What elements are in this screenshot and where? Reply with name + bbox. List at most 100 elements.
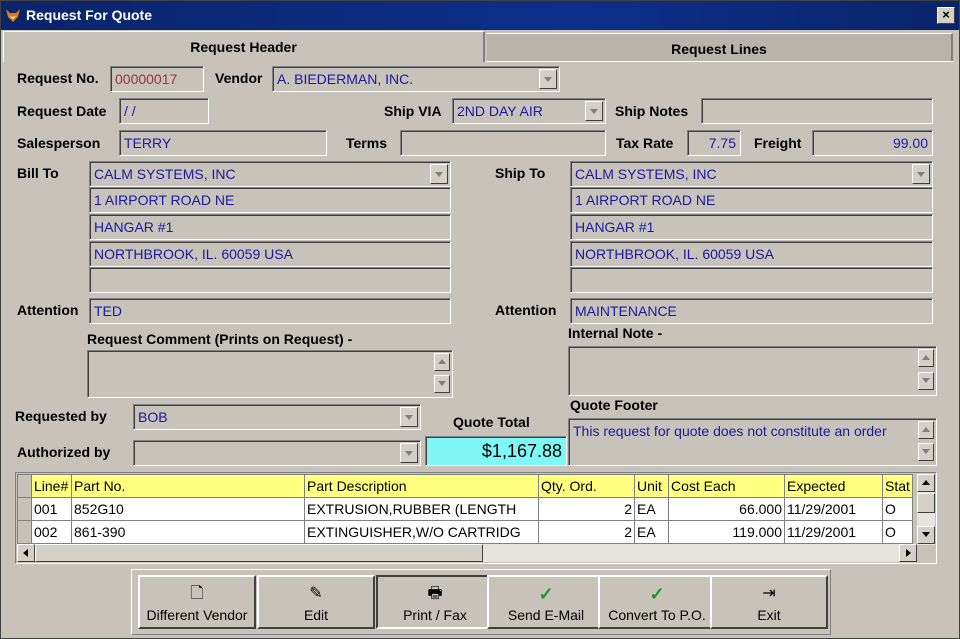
ship-to-address-4[interactable] xyxy=(570,267,933,293)
ship-to-dropdown-button[interactable] xyxy=(912,164,930,184)
edit-pencil-icon: ✎ xyxy=(309,585,323,602)
ship-notes-label: Ship Notes xyxy=(615,103,689,119)
col-qty-ord[interactable]: Qty. Ord. xyxy=(538,474,635,498)
quote-total-value: $1,167.88 xyxy=(425,436,567,466)
grid-horizontal-thumb[interactable] xyxy=(35,544,483,562)
grid-scroll-down-button[interactable] xyxy=(917,526,935,544)
cell-unit[interactable]: EA xyxy=(634,520,669,544)
cell-line[interactable]: 001 xyxy=(31,497,72,521)
bill-to-address-3[interactable]: NORTHBROOK, IL. 60059 USA xyxy=(89,241,451,267)
cell-cost-each[interactable]: 119.000 xyxy=(668,520,785,544)
salesperson-field[interactable]: TERRY xyxy=(119,130,327,156)
send-email-button[interactable]: ✓ Send E-Mail xyxy=(487,575,605,629)
cell-part-no[interactable]: 852G10 xyxy=(71,497,305,521)
col-part-description[interactable]: Part Description xyxy=(304,474,539,498)
freight-field[interactable]: 99.00 xyxy=(812,130,933,156)
ship-to-name: CALM SYSTEMS, INC xyxy=(575,166,717,182)
request-date-field[interactable]: / / xyxy=(119,98,209,124)
col-stat[interactable]: Stat xyxy=(882,474,913,498)
col-expected[interactable]: Expected xyxy=(784,474,883,498)
grid-scroll-right-button[interactable] xyxy=(899,544,917,562)
ship-to-name-combo[interactable]: CALM SYSTEMS, INC xyxy=(570,161,933,187)
grid-horizontal-scrollbar[interactable] xyxy=(17,544,917,562)
bill-to-address-4[interactable] xyxy=(89,267,451,293)
internal-note-scroll-down[interactable] xyxy=(918,372,934,390)
requested-by-combo[interactable]: BOB xyxy=(133,404,421,430)
col-line[interactable]: Line# xyxy=(31,474,72,498)
bill-to-address-1[interactable]: 1 AIRPORT ROAD NE xyxy=(89,187,451,213)
cell-expected[interactable]: 11/29/2001 xyxy=(784,520,883,544)
grid-scroll-up-button[interactable] xyxy=(917,474,935,492)
tax-rate-label: Tax Rate xyxy=(616,135,674,151)
exit-button[interactable]: ⇥ Exit xyxy=(710,575,828,629)
tab-request-lines[interactable]: Request Lines xyxy=(487,33,953,62)
request-no-label: Request No. xyxy=(17,70,99,86)
internal-note-scroll-up[interactable] xyxy=(918,349,934,367)
terms-field[interactable] xyxy=(400,130,606,156)
requested-by-dropdown-button[interactable] xyxy=(400,407,418,427)
edit-button[interactable]: ✎ Edit xyxy=(257,575,375,629)
col-unit[interactable]: Unit xyxy=(634,474,669,498)
ship-to-address-1[interactable]: 1 AIRPORT ROAD NE xyxy=(570,187,933,213)
request-comment-scroll-down[interactable] xyxy=(434,375,450,393)
col-cost-each[interactable]: Cost Each xyxy=(668,474,785,498)
bill-to-dropdown-button[interactable] xyxy=(430,164,448,184)
bill-to-label: Bill To xyxy=(17,165,59,181)
cell-qty-ord[interactable]: 2 xyxy=(538,520,635,544)
request-comment-scroll-up[interactable] xyxy=(434,353,450,371)
vendor-dropdown-button[interactable] xyxy=(539,69,557,89)
quote-footer-field[interactable]: This request for quote does not constitu… xyxy=(568,418,937,466)
ship-to-address-2[interactable]: HANGAR #1 xyxy=(570,214,933,240)
different-vendor-button[interactable]: 🗋 Different Vendor xyxy=(138,575,256,629)
col-part-no[interactable]: Part No. xyxy=(71,474,305,498)
request-no-field[interactable]: 00000017 xyxy=(110,66,204,92)
bill-attention-field[interactable]: TED xyxy=(89,298,451,324)
row-indicator[interactable] xyxy=(17,520,32,544)
tab-divider xyxy=(485,61,953,62)
request-lines-grid[interactable]: Line# Part No. Part Description Qty. Ord… xyxy=(15,472,937,564)
close-button[interactable]: × xyxy=(937,7,955,24)
arrow-up-icon xyxy=(922,480,930,485)
convert-to-po-button[interactable]: ✓ Convert To P.O. xyxy=(598,575,716,629)
cell-stat[interactable]: O xyxy=(882,497,913,521)
internal-note-field[interactable] xyxy=(568,346,937,396)
print-fax-button[interactable]: 🖶 Print / Fax xyxy=(376,575,494,629)
quote-footer-scroll-up[interactable] xyxy=(918,421,934,439)
title-bar: Request For Quote × xyxy=(1,1,959,30)
grid-scroll-left-button[interactable] xyxy=(17,544,35,562)
cell-cost-each[interactable]: 66.000 xyxy=(668,497,785,521)
quote-footer-label: Quote Footer xyxy=(570,397,658,413)
cell-part-description[interactable]: EXTRUSION,RUBBER (LENGTH xyxy=(304,497,539,521)
tab-request-header[interactable]: Request Header xyxy=(3,31,485,62)
cell-expected[interactable]: 11/29/2001 xyxy=(784,497,883,521)
cell-part-no[interactable]: 861-390 xyxy=(71,520,305,544)
action-toolbar: 🗋 Different Vendor ✎ Edit 🖶 Print / Fax … xyxy=(131,569,831,635)
table-row[interactable]: 001 852G10 EXTRUSION,RUBBER (LENGTH 2 EA… xyxy=(17,497,913,521)
tax-rate-field[interactable]: 7.75 xyxy=(687,130,741,156)
send-email-label: Send E-Mail xyxy=(507,607,585,623)
ship-to-address-3[interactable]: NORTHBROOK, IL. 60059 USA xyxy=(570,241,933,267)
table-row[interactable]: 002 861-390 EXTINGUISHER,W/O CARTRIDG 2 … xyxy=(17,520,913,544)
authorized-by-combo[interactable] xyxy=(133,440,421,466)
request-comment-field[interactable] xyxy=(87,350,453,398)
ship-notes-field[interactable] xyxy=(701,98,933,124)
grid-vertical-thumb[interactable] xyxy=(917,493,935,513)
bill-to-address-2[interactable]: HANGAR #1 xyxy=(89,214,451,240)
cell-stat[interactable]: O xyxy=(882,520,913,544)
row-indicator[interactable] xyxy=(17,497,32,521)
cell-unit[interactable]: EA xyxy=(634,497,669,521)
quote-footer-scroll-down[interactable] xyxy=(918,443,934,461)
vendor-combo[interactable]: A. BIEDERMAN, INC. xyxy=(272,66,560,92)
authorized-by-dropdown-button[interactable] xyxy=(400,443,418,463)
ship-via-combo[interactable]: 2ND DAY AIR xyxy=(452,98,606,124)
cell-line[interactable]: 002 xyxy=(31,520,72,544)
cell-part-description[interactable]: EXTINGUISHER,W/O CARTRIDG xyxy=(304,520,539,544)
window-title: Request For Quote xyxy=(26,7,153,23)
grid-vertical-scrollbar[interactable] xyxy=(917,474,935,545)
bill-to-name-combo[interactable]: CALM SYSTEMS, INC xyxy=(89,161,451,187)
requested-by-label: Requested by xyxy=(15,408,107,424)
cell-qty-ord[interactable]: 2 xyxy=(538,497,635,521)
bill-to-name: CALM SYSTEMS, INC xyxy=(94,166,236,182)
ship-attention-field[interactable]: MAINTENANCE xyxy=(570,298,933,324)
ship-via-dropdown-button[interactable] xyxy=(585,101,603,121)
